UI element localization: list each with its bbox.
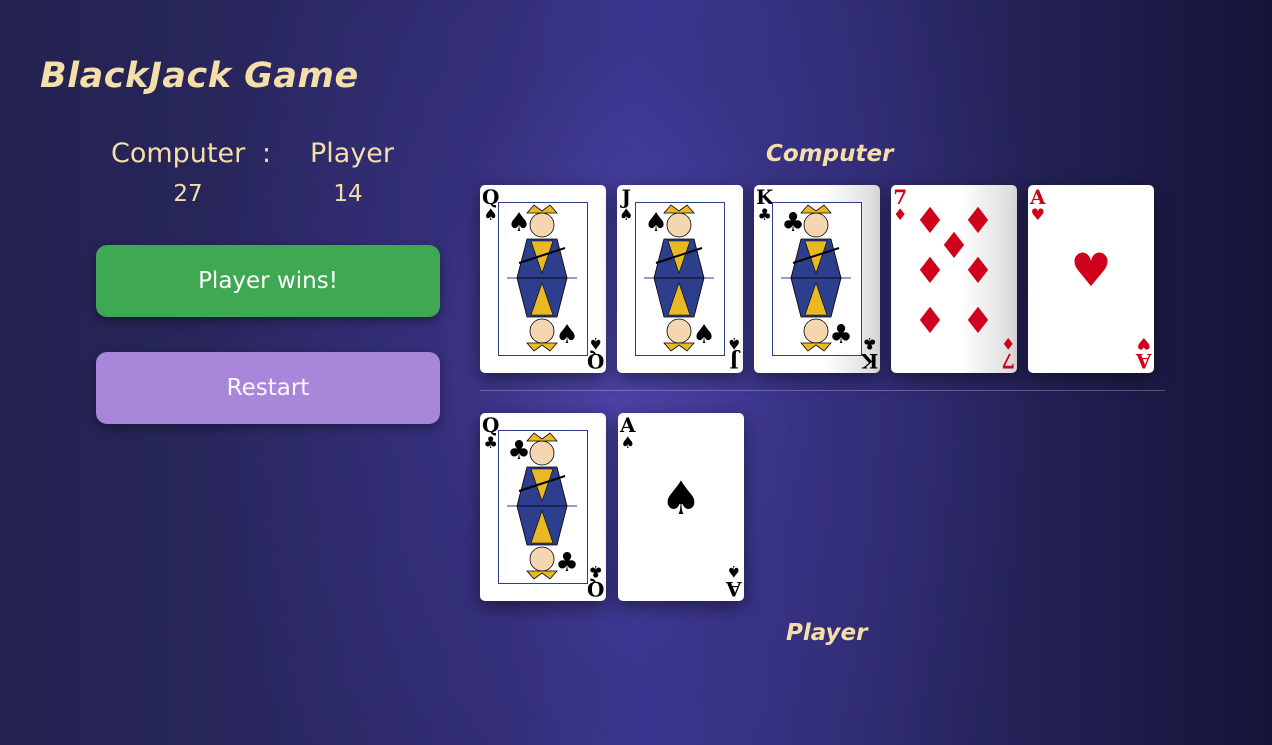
face-card-art: ♣ ♣ — [498, 430, 588, 584]
card-index: 7 ♦ — [893, 187, 908, 224]
playing-card: A ♠ A ♠ ♠ — [618, 413, 744, 601]
game-title: BlackJack Game — [40, 56, 359, 96]
card-index: Q ♠ — [586, 334, 604, 373]
card-rank: A — [1136, 349, 1152, 373]
card-rank: A — [726, 577, 742, 601]
heart-icon: ♥ — [1070, 243, 1112, 297]
card-index: A ♠ — [726, 562, 742, 601]
face-card-art: ♣ ♣ — [772, 202, 862, 356]
diamond-icon: ♦ — [961, 251, 995, 292]
spade-icon: ♠ — [507, 208, 531, 238]
spade-icon: ♠ — [644, 208, 668, 238]
card-index: 7 ♦ — [1000, 334, 1015, 373]
restart-button[interactable]: Restart — [96, 352, 440, 424]
spade-icon: ♠ — [692, 320, 716, 350]
card-index: A ♠ — [620, 415, 636, 452]
spade-icon: ♠ — [726, 334, 741, 353]
status-button[interactable]: Player wins! — [96, 245, 440, 317]
club-icon: ♣ — [507, 436, 531, 466]
club-icon: ♣ — [829, 320, 853, 350]
computer-hand-label: Computer — [766, 141, 894, 167]
spade-icon: ♠ — [483, 205, 498, 224]
diamond-icon: ♦ — [961, 301, 995, 342]
diamond-icon: ♦ — [893, 205, 908, 224]
card-index: Q ♣ — [586, 562, 604, 601]
card-index: Q ♣ — [482, 415, 499, 452]
diamond-icon: ♦ — [1000, 334, 1015, 353]
card-index: K ♣ — [756, 187, 773, 224]
spade-icon: ♠ — [588, 334, 603, 353]
club-icon: ♣ — [588, 562, 603, 581]
player-score-label: Player — [310, 138, 395, 169]
playing-card: 7 ♦ 7 ♦ ♦ ♦ ♦ ♦ ♦ ♦ ♦ — [891, 185, 1017, 373]
face-card-art: ♠ ♠ — [498, 202, 588, 356]
computer-score-label: Computer — [111, 138, 246, 169]
spade-icon: ♠ — [619, 205, 634, 224]
player-hand-label: Player — [786, 620, 868, 646]
club-icon: ♣ — [757, 205, 772, 224]
card-rank: Q — [586, 577, 604, 601]
diamond-icon: ♦ — [913, 301, 947, 342]
spade-icon: ♠ — [555, 320, 579, 350]
card-index: J ♠ — [726, 334, 741, 373]
club-icon: ♣ — [862, 334, 877, 353]
club-icon: ♣ — [555, 548, 579, 578]
club-icon: ♣ — [483, 433, 498, 452]
club-icon: ♣ — [781, 208, 805, 238]
playing-card: Q ♣ Q ♣ ♣ ♣ — [480, 413, 606, 601]
card-rank: K — [860, 349, 878, 373]
card-rank: Q — [586, 349, 604, 373]
playing-card: K ♣ K ♣ ♣ ♣ — [754, 185, 880, 373]
spade-icon: ♠ — [727, 562, 742, 581]
card-index: K ♣ — [860, 334, 878, 373]
heart-icon: ♥ — [1137, 334, 1152, 353]
face-card-art: ♠ ♠ — [635, 202, 725, 356]
score-separator: : — [262, 138, 272, 169]
heart-icon: ♥ — [1030, 205, 1045, 224]
playing-card: Q ♠ Q ♠ ♠ ♠ — [480, 185, 606, 373]
playing-card: J ♠ J ♠ ♠ ♠ — [617, 185, 743, 373]
diamond-icon: ♦ — [913, 251, 947, 292]
card-index: J ♠ — [619, 187, 634, 224]
spade-icon: ♠ — [660, 471, 702, 525]
card-index: A ♥ — [1030, 187, 1046, 224]
computer-score: 27 — [173, 181, 203, 207]
card-index: A ♥ — [1136, 334, 1152, 373]
card-index: Q ♠ — [482, 187, 499, 224]
card-rank: J — [729, 349, 739, 373]
table-divider — [480, 390, 1165, 391]
spade-icon: ♠ — [620, 433, 635, 452]
card-rank: 7 — [1000, 349, 1015, 373]
player-score: 14 — [333, 181, 363, 207]
playing-card: A ♥ A ♥ ♥ — [1028, 185, 1154, 373]
